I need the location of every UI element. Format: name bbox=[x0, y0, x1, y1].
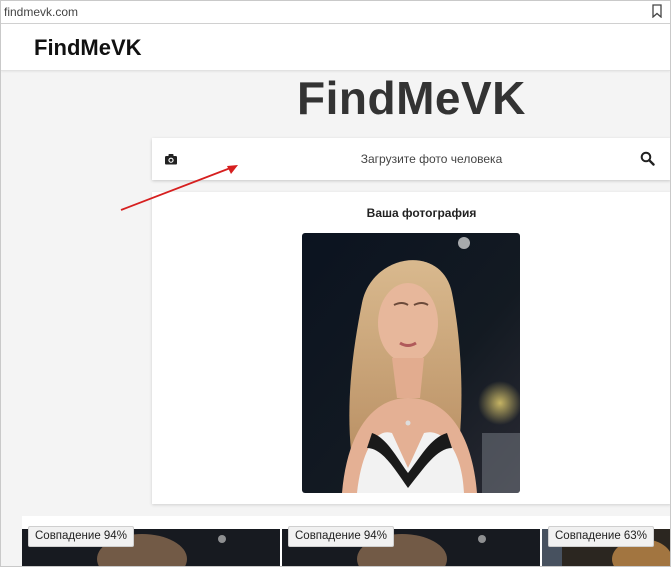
browser-window: findmevk.com FindMeVK FindMeVK Загрузите… bbox=[0, 0, 671, 567]
annotation-arrow bbox=[120, 165, 238, 211]
